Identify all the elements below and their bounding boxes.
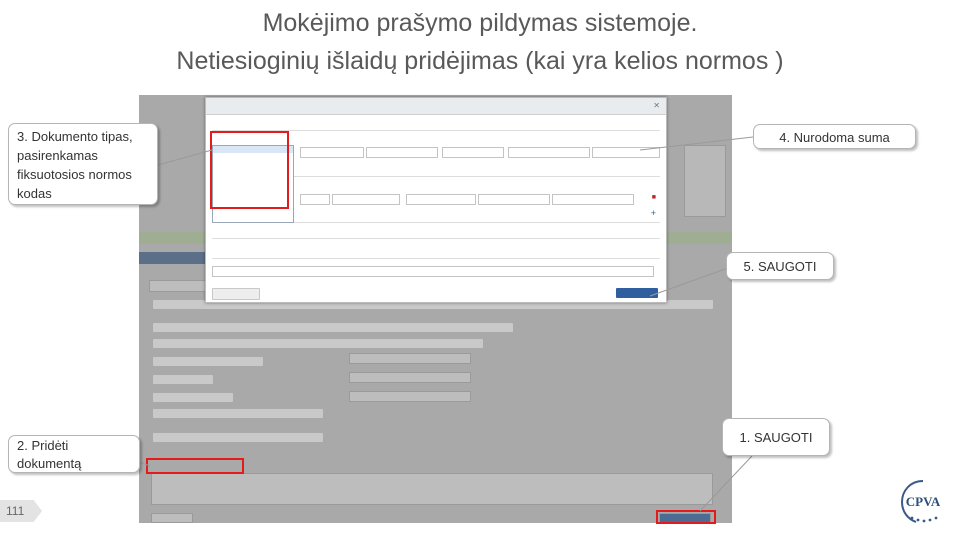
- leader-step4: [639, 136, 754, 151]
- callout-step2: 2. Pridėti dokumentą: [8, 435, 140, 473]
- page-number: 111: [0, 500, 42, 522]
- leader-step5: [649, 267, 729, 297]
- leader-step3: [157, 149, 213, 166]
- callout-step3: 3. Dokumento tipas, pasirenkamas fiksuot…: [8, 123, 158, 205]
- callout-step1: 1. SAUGOTI: [722, 418, 830, 456]
- logo-text: CPVA: [906, 494, 941, 509]
- leader-step1: [699, 455, 753, 512]
- callout-step4: 4. Nurodoma suma: [753, 124, 916, 149]
- callout-step5: 5. SAUGOTI: [726, 252, 834, 280]
- cpva-logo: CPVA: [900, 480, 941, 523]
